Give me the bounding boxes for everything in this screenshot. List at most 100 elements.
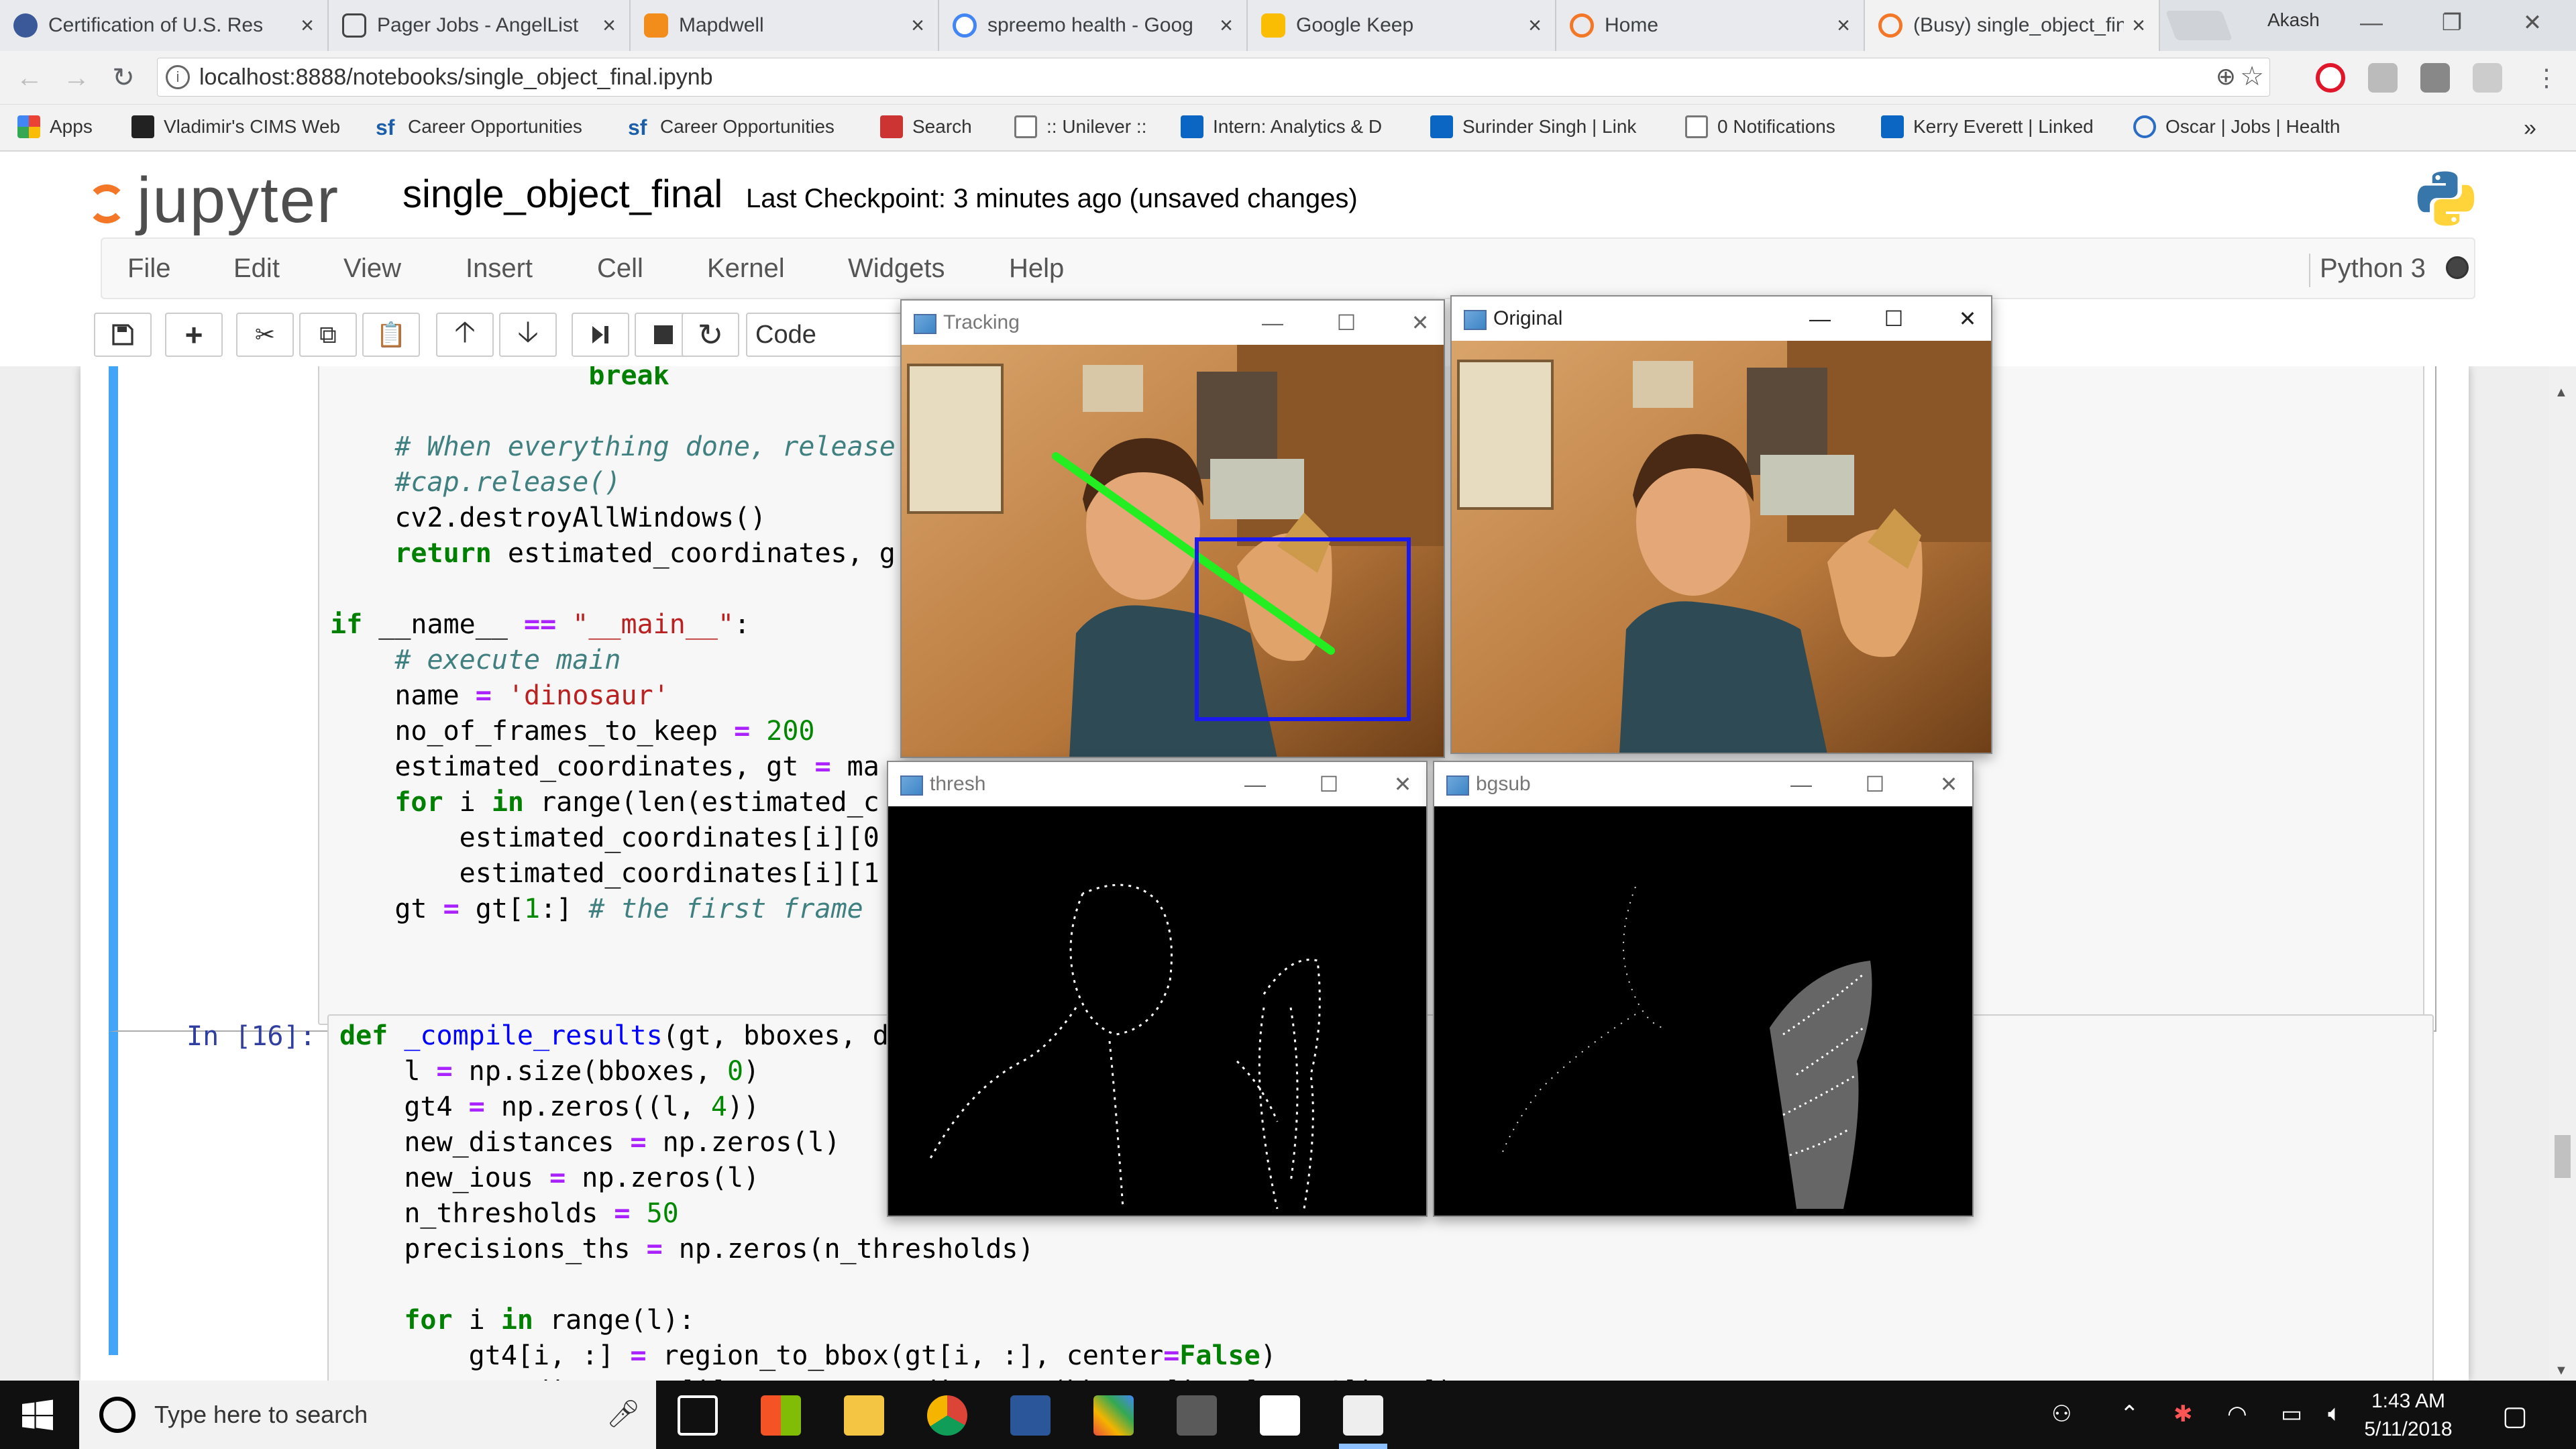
thresh-window-titlebar[interactable]: thresh — ☐ ✕ bbox=[888, 762, 1426, 806]
tab-spreemo[interactable]: spreemo health - Goog × bbox=[939, 0, 1248, 51]
microphone-icon[interactable]: 🎤︎ bbox=[606, 1398, 641, 1430]
thresh-window[interactable]: thresh — ☐ ✕ bbox=[887, 761, 1428, 1217]
tab-angellist[interactable]: Pager Jobs - AngelList × bbox=[329, 0, 631, 51]
scrollbar-thumb[interactable] bbox=[2555, 1135, 2571, 1178]
forward-icon[interactable]: → bbox=[59, 60, 94, 95]
move-down-icon[interactable]: 🡣 bbox=[499, 313, 557, 357]
url-text[interactable]: localhost:8888/notebooks/single_object_f… bbox=[199, 64, 713, 91]
bgsub-window[interactable]: bgsub — ☐ ✕ bbox=[1433, 761, 1974, 1217]
cortana-icon[interactable] bbox=[99, 1397, 136, 1433]
menu-view[interactable]: View bbox=[343, 254, 401, 284]
sublime-text-icon[interactable] bbox=[1177, 1395, 1217, 1436]
new-tab-button[interactable] bbox=[2165, 11, 2233, 40]
restart-icon[interactable]: ↻ bbox=[682, 313, 739, 357]
tab-close-icon[interactable]: × bbox=[911, 13, 924, 39]
notebook-scrollbar[interactable]: ▲ ▼ bbox=[2549, 366, 2576, 1381]
menu-kernel[interactable]: Kernel bbox=[707, 254, 785, 284]
back-icon[interactable]: ← bbox=[12, 60, 47, 95]
bookmark-surinder-singh[interactable]: Surinder Singh | Link bbox=[1430, 115, 1665, 138]
store-icon[interactable] bbox=[761, 1395, 801, 1436]
paste-icon[interactable]: 📋 bbox=[362, 313, 420, 357]
tab-home[interactable]: Home × bbox=[1556, 0, 1865, 51]
tab-certification[interactable]: Certification of U.S. Res × bbox=[0, 0, 329, 51]
notebook-name[interactable]: single_object_final bbox=[402, 172, 722, 217]
bgsub-window-titlebar[interactable]: bgsub — ☐ ✕ bbox=[1434, 762, 1972, 806]
tab-single-object-final[interactable]: (Busy) single_object_fin × bbox=[1865, 0, 2160, 51]
profile-name[interactable]: Akash bbox=[2267, 9, 2320, 31]
extension-icon[interactable] bbox=[2420, 63, 2450, 93]
window-minimize-button[interactable]: — bbox=[2341, 3, 2402, 43]
tab-close-icon[interactable]: × bbox=[2132, 13, 2145, 39]
battery-icon[interactable]: ▭ bbox=[2281, 1401, 2302, 1428]
reload-icon[interactable]: ↻ bbox=[106, 60, 141, 95]
wifi-icon[interactable]: ◠ bbox=[2227, 1401, 2247, 1428]
tab-mapdwell[interactable]: Mapdwell × bbox=[631, 0, 939, 51]
extension-icon[interactable] bbox=[2473, 63, 2502, 93]
save-icon[interactable] bbox=[94, 313, 152, 357]
bookmark-search[interactable]: Search bbox=[880, 115, 1014, 138]
windows-start-icon[interactable] bbox=[20, 1399, 55, 1430]
scroll-down-icon[interactable]: ▼ bbox=[2555, 1363, 2568, 1379]
menu-cell[interactable]: Cell bbox=[597, 254, 643, 284]
menu-help[interactable]: Help bbox=[1009, 254, 1064, 284]
file-explorer-icon[interactable] bbox=[844, 1395, 884, 1436]
original-window[interactable]: Original — ☐ ✕ bbox=[1450, 295, 1992, 754]
window-maximize-button[interactable]: ❐ bbox=[2422, 3, 2482, 43]
tab-close-icon[interactable]: × bbox=[1837, 13, 1850, 39]
thresh-maximize-button[interactable]: ☐ bbox=[1312, 767, 1346, 801]
extension-icon[interactable] bbox=[2368, 63, 2398, 93]
bookmark-kerry-everett[interactable]: Kerry Everett | Linked bbox=[1881, 115, 2116, 138]
tracking-close-button[interactable]: ✕ bbox=[1403, 306, 1437, 339]
tab-close-icon[interactable]: × bbox=[301, 13, 314, 39]
menu-insert[interactable]: Insert bbox=[466, 254, 533, 284]
address-bar[interactable]: i localhost:8888/notebooks/single_object… bbox=[157, 58, 2270, 97]
move-up-icon[interactable]: 🡡 bbox=[436, 313, 494, 357]
bookmark-career-2[interactable]: sf Career Opportunities bbox=[628, 115, 863, 138]
original-maximize-button[interactable]: ☐ bbox=[1877, 302, 1911, 335]
task-view-icon[interactable] bbox=[678, 1395, 718, 1436]
scroll-up-icon[interactable]: ▲ bbox=[2555, 385, 2568, 400]
taskbar-clock[interactable]: 1:43 AM 5/11/2018 bbox=[2355, 1387, 2462, 1444]
cell-type-select[interactable]: Code bbox=[746, 313, 907, 357]
copy-icon[interactable]: ⧉ bbox=[299, 313, 357, 357]
bookmark-unilever[interactable]: :: Unilever :: bbox=[1014, 115, 1175, 138]
tray-app-icon[interactable]: ✱ bbox=[2174, 1401, 2193, 1428]
tab-close-icon[interactable]: × bbox=[602, 13, 616, 39]
bookmark-intern-analytics[interactable]: Intern: Analytics & D bbox=[1181, 115, 1409, 138]
add-cell-icon[interactable]: + bbox=[165, 313, 223, 357]
tracking-minimize-button[interactable]: — bbox=[1256, 306, 1289, 339]
tracking-window-titlebar[interactable]: Tracking — ☐ ✕ bbox=[902, 301, 1444, 345]
bgsub-maximize-button[interactable]: ☐ bbox=[1858, 767, 1892, 801]
bookmark-apps[interactable]: Apps bbox=[17, 115, 118, 138]
tab-close-icon[interactable]: × bbox=[1220, 13, 1233, 39]
chrome-icon[interactable] bbox=[927, 1395, 967, 1436]
cut-icon[interactable]: ✂ bbox=[236, 313, 294, 357]
jupyter-logo[interactable]: jupyter bbox=[87, 164, 339, 237]
gitkraken-icon[interactable] bbox=[1093, 1395, 1134, 1436]
thresh-minimize-button[interactable]: — bbox=[1238, 767, 1272, 801]
zoom-icon[interactable]: ⊕ bbox=[2216, 62, 2236, 91]
chrome-menu-icon[interactable]: ⋮ bbox=[2529, 60, 2564, 95]
menu-edit[interactable]: Edit bbox=[233, 254, 280, 284]
word-icon[interactable] bbox=[1010, 1395, 1051, 1436]
tab-close-icon[interactable]: × bbox=[1528, 13, 1542, 39]
opera-extension-icon[interactable] bbox=[2316, 63, 2345, 93]
window-close-button[interactable]: ✕ bbox=[2502, 3, 2563, 43]
original-window-titlebar[interactable]: Original — ☐ ✕ bbox=[1452, 297, 1991, 341]
menu-widgets[interactable]: Widgets bbox=[848, 254, 945, 284]
menu-file[interactable]: File bbox=[127, 254, 170, 284]
bookmarks-overflow-icon[interactable]: » bbox=[2524, 115, 2536, 142]
tracking-maximize-button[interactable]: ☐ bbox=[1330, 306, 1363, 339]
bookmark-cims[interactable]: Vladimir's CIMS Web bbox=[131, 115, 360, 138]
original-close-button[interactable]: ✕ bbox=[1951, 302, 1984, 335]
run-icon[interactable] bbox=[572, 313, 629, 357]
bookmark-star-icon[interactable]: ☆ bbox=[2240, 61, 2264, 92]
notifications-icon[interactable]: ▢ bbox=[2502, 1401, 2528, 1432]
photos-icon[interactable] bbox=[1260, 1395, 1300, 1436]
volume-icon[interactable]: 🔈︎ bbox=[2328, 1401, 2341, 1427]
tab-google-keep[interactable]: Google Keep × bbox=[1248, 0, 1556, 51]
bgsub-close-button[interactable]: ✕ bbox=[1932, 767, 1966, 801]
show-hidden-icons[interactable]: ⌃ bbox=[2120, 1401, 2139, 1428]
site-info-icon[interactable]: i bbox=[166, 65, 190, 89]
people-icon[interactable]: ⚇ bbox=[2051, 1401, 2072, 1428]
